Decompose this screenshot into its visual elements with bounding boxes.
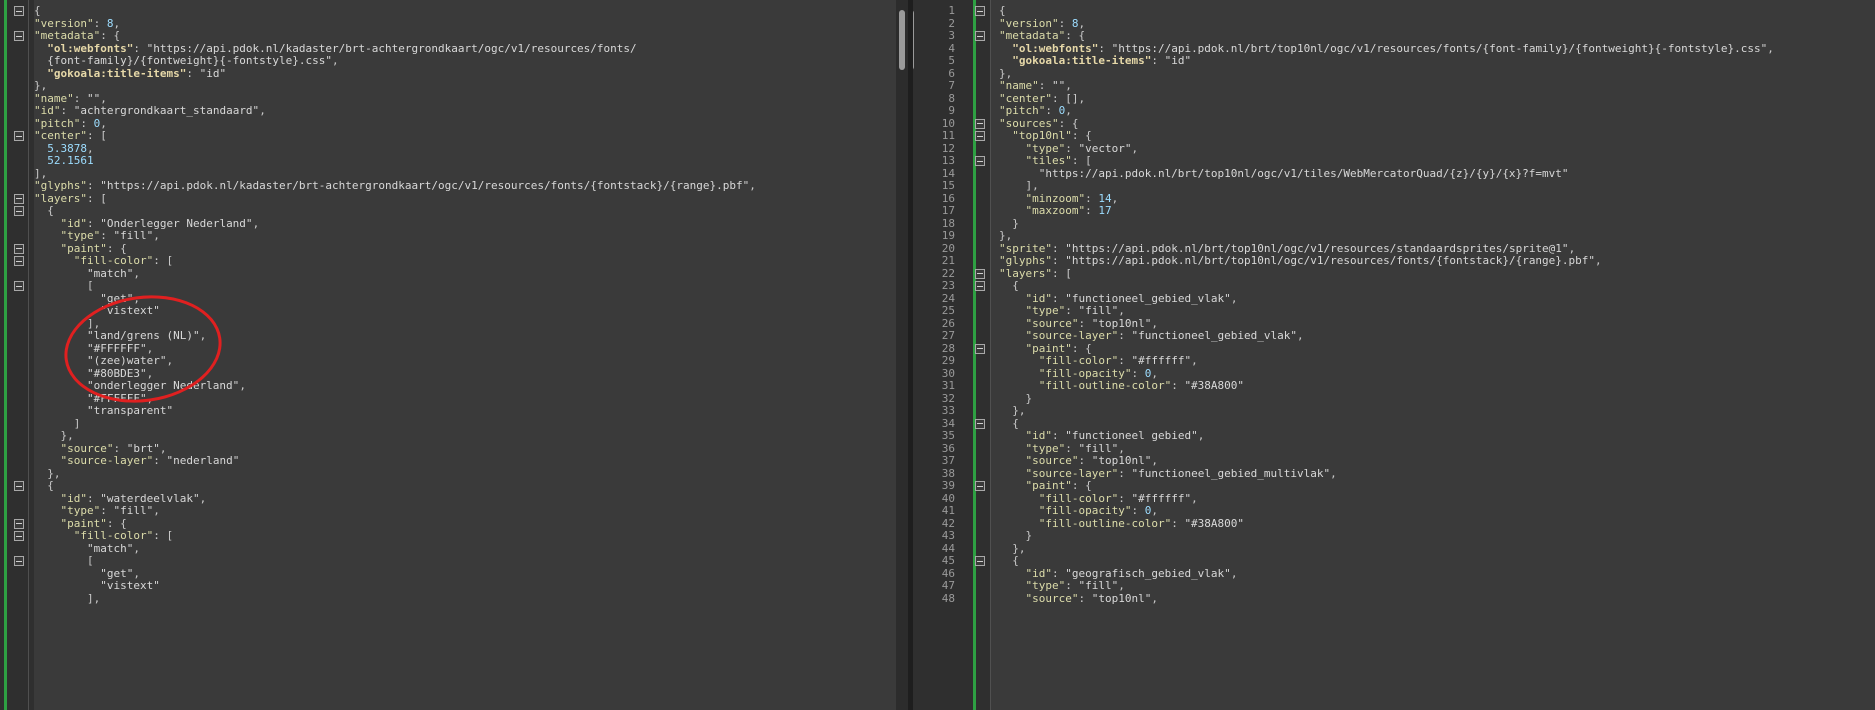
fold-toggle-icon[interactable] [975, 268, 985, 279]
code-token: "top10nl" [1091, 591, 1152, 605]
code-line[interactable]: 48 "source": "top10nl", [913, 591, 1875, 606]
code-token: : [1078, 591, 1092, 605]
fold-toggle-icon[interactable] [14, 556, 24, 566]
code-token: ], [34, 591, 101, 605]
fold-toggle-icon[interactable] [14, 31, 24, 41]
fold-toggle-icon[interactable] [14, 131, 24, 141]
fold-toggle-icon[interactable] [975, 418, 985, 429]
left-scrollbar-thumb[interactable] [899, 10, 905, 70]
fold-toggle-icon[interactable] [14, 518, 24, 529]
fold-toggle-icon[interactable] [975, 31, 985, 41]
fold-toggle-icon[interactable] [14, 193, 24, 204]
right-editor-pane[interactable]: 1{2 "version": 8, 3 "metadata": {4 "ol:webf… [913, 0, 1875, 710]
fold-toggle-icon[interactable] [975, 556, 985, 566]
fold-toggle-icon[interactable] [14, 6, 24, 16]
fold-toggle-icon[interactable] [975, 481, 985, 491]
code-token: "source" [999, 591, 1079, 605]
code-text: ], [34, 591, 100, 606]
fold-toggle-icon[interactable] [975, 118, 985, 129]
fold-toggle-icon[interactable] [975, 131, 985, 141]
fold-toggle-icon[interactable] [975, 281, 985, 291]
fold-toggle-icon[interactable] [14, 281, 24, 291]
left-vertical-scrollbar[interactable] [896, 0, 908, 710]
fold-toggle-icon[interactable] [975, 6, 985, 16]
line-number: 48 [941, 591, 955, 605]
left-editor-pane[interactable]: {"version": 8, "metadata": { "ol:webfonts… [0, 0, 908, 710]
code-text: "source": "top10nl", [999, 591, 1158, 606]
fold-toggle-icon[interactable] [14, 531, 24, 541]
fold-toggle-icon[interactable] [14, 256, 24, 266]
fold-toggle-icon[interactable] [975, 343, 985, 354]
fold-toggle-icon[interactable] [975, 156, 985, 166]
fold-toggle-icon[interactable] [14, 481, 24, 491]
fold-toggle-icon[interactable] [14, 243, 24, 254]
code-line[interactable]: ], [0, 591, 908, 606]
fold-toggle-icon[interactable] [14, 206, 24, 216]
code-token: , [1151, 591, 1158, 605]
right-scrollbar-thumb[interactable] [913, 10, 914, 70]
